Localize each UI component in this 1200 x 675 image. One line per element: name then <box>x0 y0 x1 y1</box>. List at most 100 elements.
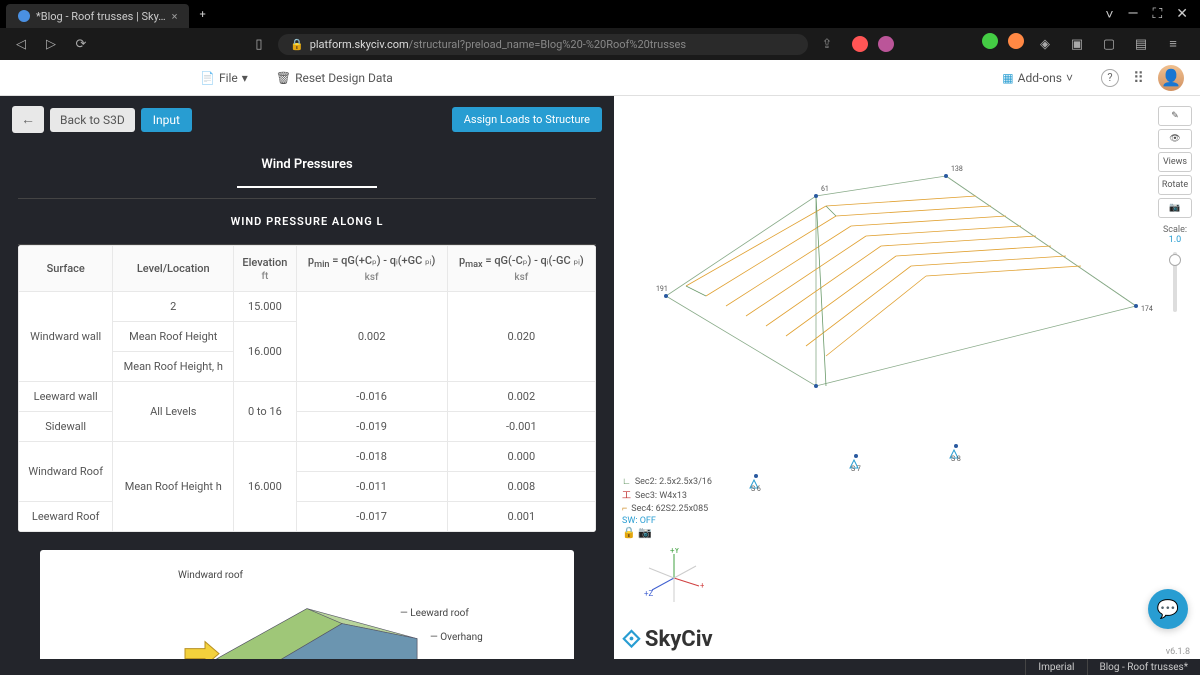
svg-text:+Z: +Z <box>644 589 654 598</box>
table-row: Leeward Roof -0.0170.001 <box>19 502 596 532</box>
reset-label: Reset Design Data <box>295 71 393 85</box>
section-underline <box>237 186 377 188</box>
model-name[interactable]: Blog - Roof trusses* <box>1087 659 1200 675</box>
system-icons: ◈ ▣ ▢ ▤ ≡ <box>976 33 1190 55</box>
file-menu[interactable]: 📄 File ▾ <box>186 71 262 85</box>
pencil-tool-icon[interactable]: ✎ <box>1158 106 1192 126</box>
sys-icon-3[interactable]: ◈ <box>1034 33 1056 55</box>
nav-forward-icon[interactable]: ▷ <box>40 33 62 55</box>
assign-loads-button[interactable]: Assign Loads to Structure <box>452 107 602 132</box>
apps-grid-icon[interactable]: ⠿ <box>1133 69 1144 87</box>
browser-tab[interactable]: *Blog - Roof trusses | Sky… × <box>6 4 189 28</box>
house-diagram: Windward roof — Leeward roof — Overhang … <box>40 550 574 659</box>
tab-close-icon[interactable]: × <box>172 10 178 23</box>
nav-back-icon[interactable]: ◁ <box>10 33 32 55</box>
sys-icon-5[interactable]: ▢ <box>1098 33 1120 55</box>
addons-menu[interactable]: ▦ Add-ons ˅ <box>988 71 1087 85</box>
truss-structure: 191 61 138 174 S 6 S 7 S 8 <box>626 136 1166 496</box>
col-pmax: pmax = qG(-Cₚ) - qᵢ(-GC ₚᵢ)ksf <box>447 246 595 292</box>
extension-icons <box>846 36 900 52</box>
url-host: platform.skyciv.com <box>310 38 409 51</box>
units-toggle[interactable]: Imperial <box>1025 659 1086 675</box>
sys-icon-4[interactable]: ▣ <box>1066 33 1088 55</box>
self-weight-indicator[interactable]: SW: OFF 🔒 📷 <box>622 516 656 539</box>
url-path: /structural?preload_name=Blog%20-%20Roof… <box>409 38 686 51</box>
input-tab[interactable]: Input <box>141 108 192 132</box>
lock-icon: 🔒 <box>290 38 304 51</box>
breadcrumb: ← Back to S3D Input Assign Loads to Stru… <box>0 96 614 143</box>
url-bar[interactable]: 🔒 platform.skyciv.com/structural?preload… <box>278 34 808 55</box>
chevron-down-icon: ▾ <box>242 71 248 85</box>
svg-text:S 8: S 8 <box>951 455 961 463</box>
ext-icon-1[interactable] <box>852 36 868 52</box>
status-bar: Imperial Blog - Roof trusses* <box>0 659 1200 675</box>
bookmark-icon[interactable]: ▯ <box>248 33 270 55</box>
new-tab-button[interactable]: + <box>189 8 215 21</box>
svg-text:+Y: +Y <box>670 548 680 555</box>
camera-tool-icon[interactable]: 📷 <box>1158 198 1192 218</box>
3d-viewport[interactable]: 191 61 138 174 S 6 S 7 S 8 ∟ Sec2: 2.5x2… <box>614 96 1200 659</box>
label-windward-roof: Windward roof <box>178 570 243 581</box>
label-leeward-roof: — Leeward roof <box>400 608 469 619</box>
svg-text:S 6: S 6 <box>751 485 761 493</box>
viewport-toolbar: ✎ 👁 Views Rotate 📷 Scale:1.0 <box>1158 106 1192 312</box>
addons-icon: ▦ <box>1002 71 1013 85</box>
sys-icon-6[interactable]: ▤ <box>1130 33 1152 55</box>
svg-text:+X: +X <box>700 581 704 590</box>
close-window-icon[interactable]: ✕ <box>1176 6 1188 23</box>
visibility-tool-icon[interactable]: 👁 <box>1158 129 1192 149</box>
tab-title: *Blog - Roof trusses | Sky… <box>36 10 166 23</box>
table-row: Windward wall 215.000 0.0020.020 <box>19 292 596 322</box>
avatar[interactable]: 👤 <box>1158 65 1184 91</box>
rotate-button[interactable]: Rotate <box>1158 175 1192 195</box>
browser-navbar: ◁ ▷ ⟳ ▯ 🔒 platform.skyciv.com/structural… <box>0 28 1200 60</box>
table-row: Windward Roof Mean Roof Height h16.000 -… <box>19 442 596 472</box>
sys-icon-1[interactable] <box>982 33 998 49</box>
chevron-down-icon: ˅ <box>1066 71 1073 85</box>
browser-titlebar: *Blog - Roof trusses | Sky… × + ˅ — ⛶ ✕ <box>0 0 1200 28</box>
views-button[interactable]: Views <box>1158 152 1192 172</box>
col-elevation: Elevationft <box>234 246 296 292</box>
scale-slider[interactable] <box>1173 252 1177 312</box>
window-controls: ˅ — ⛶ ✕ <box>1105 6 1200 23</box>
section-legend: ∟ Sec2: 2.5x2.5x3/16 工 Sec3: W4x13 ⌐ Sec… <box>622 476 712 517</box>
maximize-icon[interactable]: ⛶ <box>1152 6 1162 23</box>
version-text: v6.1.8 <box>1166 647 1190 657</box>
subsection-title: WIND PRESSURE ALONG L <box>0 199 614 244</box>
trash-icon: 🗑 <box>276 71 291 85</box>
svg-text:174: 174 <box>1141 305 1153 313</box>
label-overhang: — Overhang <box>430 632 483 643</box>
col-surface: Surface <box>19 246 113 292</box>
results-panel: ← Back to S3D Input Assign Loads to Stru… <box>0 96 614 659</box>
svg-text:61: 61 <box>821 185 829 193</box>
back-to-s3d-button[interactable]: Back to S3D <box>50 108 135 132</box>
col-pmin: pmin = qG(+Cₚ) - qᵢ(+GC ₚᵢ)ksf <box>296 246 447 292</box>
reset-button[interactable]: 🗑 Reset Design Data <box>262 71 407 85</box>
svg-text:S 7: S 7 <box>851 465 861 473</box>
file-icon: 📄 <box>200 71 215 85</box>
dropdown-icon[interactable]: ˅ <box>1105 6 1113 23</box>
back-label: Back to S3D <box>60 113 125 127</box>
svg-text:191: 191 <box>656 285 668 293</box>
section-title: Wind Pressures <box>0 143 614 186</box>
help-icon[interactable]: ? <box>1101 69 1119 87</box>
minimize-icon[interactable]: — <box>1128 6 1139 23</box>
nav-reload-icon[interactable]: ⟳ <box>70 33 92 55</box>
back-arrow-button[interactable]: ← <box>12 106 44 133</box>
col-level: Level/Location <box>113 246 234 292</box>
ext-icon-2[interactable] <box>878 36 894 52</box>
svg-text:138: 138 <box>951 165 963 173</box>
chat-bubble-icon[interactable]: 💬 <box>1148 589 1188 629</box>
sys-icon-2[interactable] <box>1008 33 1024 49</box>
table-row: Leeward wall All Levels0 to 16 -0.0160.0… <box>19 382 596 412</box>
addons-label: Add-ons <box>1018 71 1062 85</box>
table-row: Sidewall -0.019-0.001 <box>19 412 596 442</box>
share-icon[interactable]: ⇪ <box>816 33 838 55</box>
file-label: File <box>219 71 238 85</box>
axis-gizmo[interactable]: +X +Y +Z <box>644 548 704 611</box>
skyciv-logo: ⟐SkyCiv <box>622 625 713 653</box>
scale-label: Scale:1.0 <box>1163 225 1187 245</box>
hamburger-icon[interactable]: ≡ <box>1162 33 1184 55</box>
wind-pressure-table: Surface Level/Location Elevationft pmin … <box>18 245 596 532</box>
favicon-icon <box>18 10 30 22</box>
